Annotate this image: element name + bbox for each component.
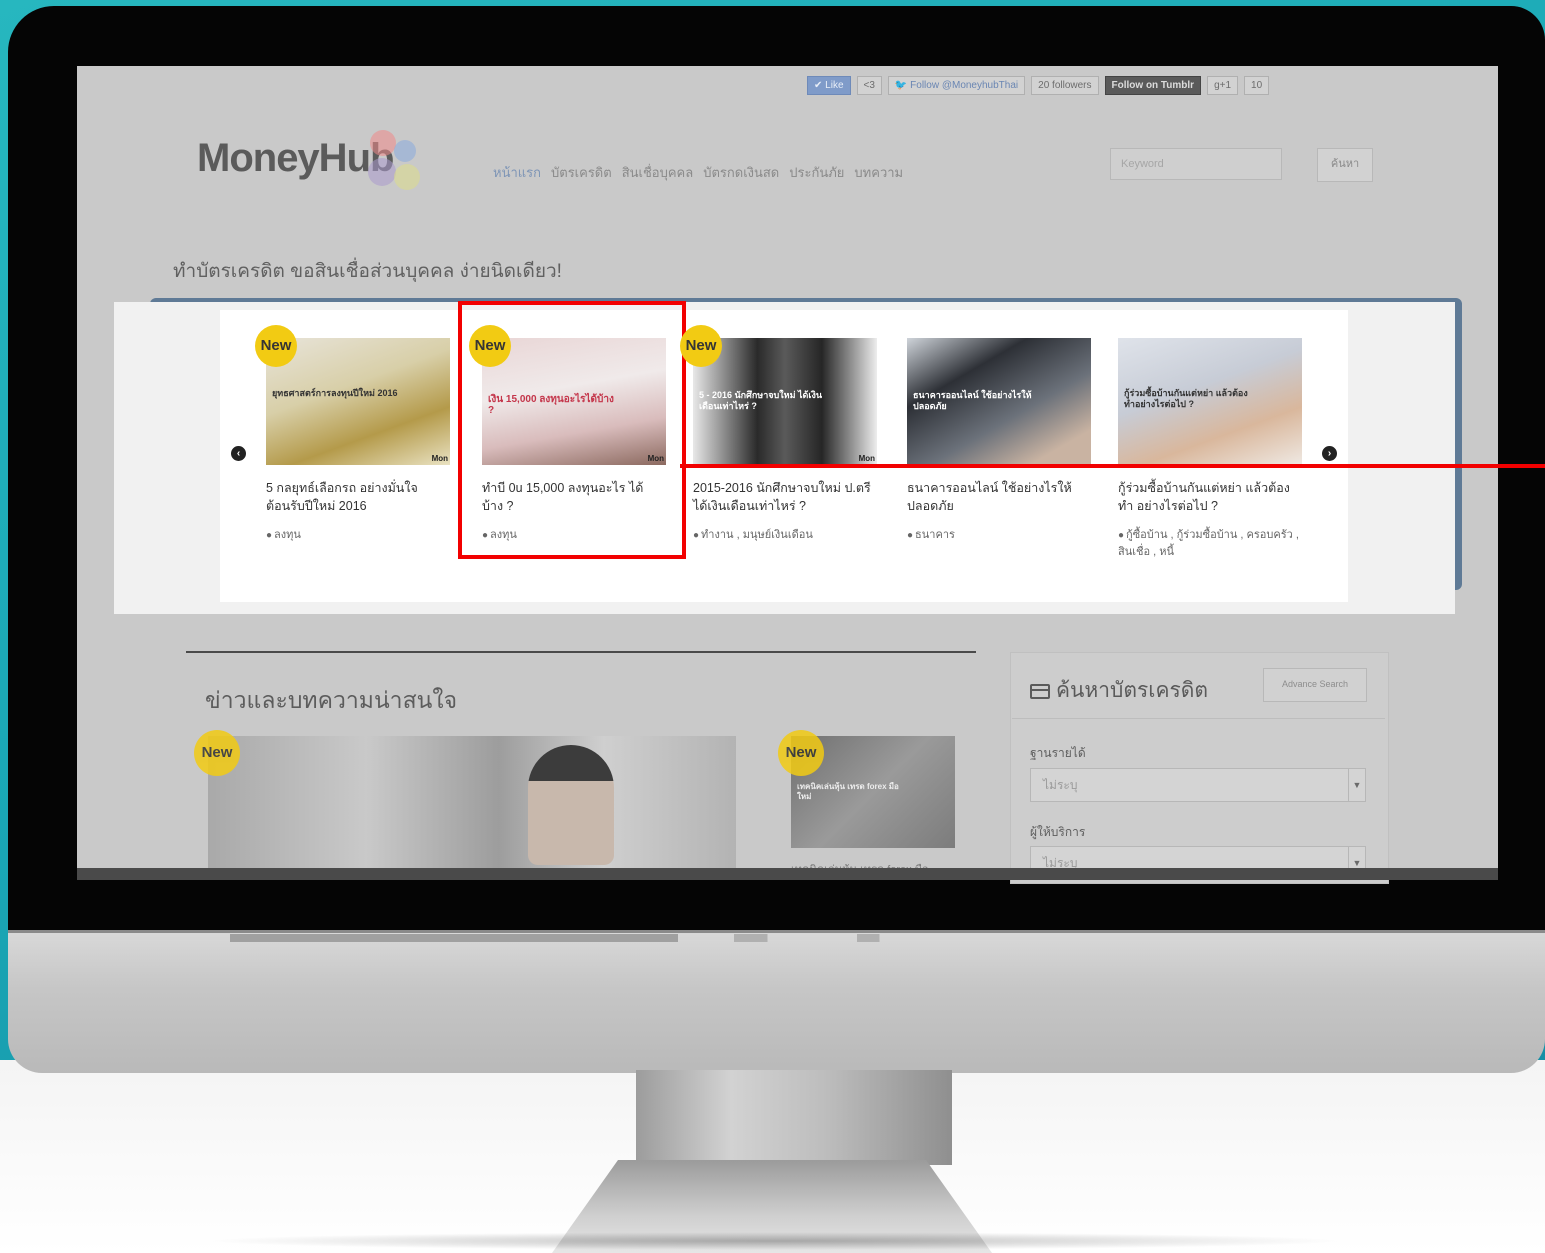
slider-prev-icon[interactable]: ‹ [231, 446, 246, 461]
article-tags: ● ลงทุน [266, 527, 456, 544]
new-badge: New [778, 730, 824, 776]
social-bar: ✔ Like <3 🐦 Follow @MoneyhubThai 20 foll… [807, 76, 1270, 95]
article-tags-text[interactable]: กู้ซื้อบ้าน , กู้ร่วมซื้อบ้าน , ครอบครัว… [1118, 529, 1299, 558]
gplus-count: 10 [1244, 76, 1270, 95]
article-tags: ● กู้ซื้อบ้าน , กู้ร่วมซื้อบ้าน , ครอบครั… [1118, 527, 1308, 560]
article-card[interactable]: 5 - 2016 นักศึกษาจบใหม่ ได้เงินเดือนเท่า… [693, 338, 883, 544]
article-image[interactable]: กู้ร่วมซื้อบ้านกันแต่หย่า แล้วต้องทำอย่า… [1118, 338, 1302, 465]
article-card[interactable]: ธนาคารออนไลน์ ใช้อย่างไรให้ปลอดภัย ธนาคา… [907, 338, 1097, 544]
provider-label: ผู้ให้บริการ [1030, 825, 1086, 839]
featured-news-image[interactable] [208, 736, 736, 868]
nav-credit-card[interactable]: บัตรเครดิต [551, 162, 612, 183]
slider-next-icon[interactable]: › [1322, 446, 1337, 461]
article-tags-text[interactable]: ลงทุน [274, 529, 301, 541]
chevron-down-icon: ▼ [1348, 769, 1365, 801]
tag-icon: ● [693, 530, 700, 541]
tag-icon: ● [907, 530, 914, 541]
new-badge: New [680, 325, 722, 367]
article-title[interactable]: 2015-2016 นักศึกษาจบใหม่ ป.ตรี ได้เงินเด… [693, 479, 875, 515]
new-badge: New [469, 325, 511, 367]
nav-articles[interactable]: บทความ [854, 162, 903, 183]
credit-card-icon [1030, 684, 1050, 699]
twitter-follow-label: Follow @MoneyhubThai [910, 80, 1019, 91]
nav-insurance[interactable]: ประกันภัย [789, 162, 844, 183]
credit-card-search-heading: ค้นหาบัตรเครดิต [1030, 674, 1208, 707]
article-image[interactable]: ธนาคารออนไลน์ ใช้อย่างไรให้ปลอดภัย [907, 338, 1091, 465]
news-heading: ข่าวและบทความน่าสนใจ [205, 687, 458, 713]
tag-icon: ● [1118, 530, 1125, 541]
nav-personal-loan[interactable]: สินเชื่อบุคคล [622, 162, 694, 183]
article-image-caption: 5 - 2016 นักศึกษาจบใหม่ ได้เงินเดือนเท่า… [699, 390, 823, 411]
twitter-followers-count: 20 followers [1031, 76, 1099, 95]
article-title[interactable]: 5 กลยุทธ์เลือกรถ อย่างมั่นใจ ต้อนรับปีให… [266, 479, 448, 515]
tag-icon: ● [266, 530, 273, 541]
twitter-icon: 🐦 [894, 80, 908, 91]
reflection-blur [230, 934, 1350, 942]
gplus-button[interactable]: g+1 [1207, 76, 1239, 95]
logo-dots-icon [360, 126, 430, 206]
income-select[interactable]: ไม่ระบุ ▼ [1030, 768, 1366, 802]
tumblr-follow-button[interactable]: Follow on Tumblr [1104, 76, 1202, 95]
article-tags: ● ทำงาน , มนุษย์เงินเดือน [693, 527, 883, 544]
tagline: ทำบัตรเครดิต ขอสินเชื่อส่วนบุคคล ง่ายนิด… [173, 261, 562, 282]
article-image-caption: กู้ร่วมซื้อบ้านกันแต่หย่า แล้วต้องทำอย่า… [1124, 388, 1248, 409]
article-tags: ● ธนาคาร [907, 527, 1097, 544]
article-image-tag: Mon [858, 454, 875, 463]
article-image-caption: ธนาคารออนไลน์ ใช้อย่างไรให้ปลอดภัย [913, 390, 1032, 411]
new-badge: New [255, 325, 297, 367]
income-label: ฐานรายได้ [1030, 746, 1086, 760]
keyword-search-input[interactable]: Keyword [1110, 148, 1282, 180]
credit-card-search-title: ค้นหาบัตรเครดิต [1056, 679, 1209, 702]
like-count: <3 [856, 76, 882, 95]
article-title[interactable]: ธนาคารออนไลน์ ใช้อย่างไรให้ ปลอดภัย [907, 479, 1089, 515]
monitor-neck [636, 1070, 952, 1165]
new-badge: New [194, 730, 240, 776]
panel-divider [1012, 718, 1385, 719]
highlight-pointer-line [680, 464, 1545, 468]
stand-shadow [200, 1232, 1350, 1250]
article-tags-text[interactable]: ธนาคาร [915, 529, 955, 541]
main-nav: หน้าแรก บัตรเครดิต สินเชื่อบุคคล บัตรกดเ… [493, 162, 903, 183]
facebook-like-button[interactable]: ✔ Like [807, 76, 851, 95]
search-button[interactable]: ค้นหา [1317, 148, 1373, 182]
article-image-caption: ยุทธศาสตร์การลงทุนปีใหม่ 2016 [272, 388, 398, 398]
advance-search-button[interactable]: Advance Search [1263, 668, 1367, 702]
article-tags-text[interactable]: ทำงาน , มนุษย์เงินเดือน [701, 529, 813, 541]
article-card[interactable]: ยุทธศาสตร์การลงทุนปีใหม่ 2016 Mon 5 กลยุ… [266, 338, 456, 544]
article-title[interactable]: กู้ร่วมซื้อบ้านกันแต่หย่า แล้วต้องทำ อย่… [1118, 479, 1300, 515]
featured-news-person [528, 745, 614, 865]
nav-cash-card[interactable]: บัตรกดเงินสด [703, 162, 779, 183]
screen-bottom-edge [77, 868, 1498, 880]
news-thumbnail-caption: เทคนิคเล่นหุ้น เทรด forex มือใหม่ [797, 782, 899, 801]
article-image[interactable]: 5 - 2016 นักศึกษาจบใหม่ ได้เงินเดือนเท่า… [693, 338, 877, 465]
monitor-chin [8, 930, 1545, 1073]
twitter-follow-button[interactable]: 🐦 Follow @MoneyhubThai [887, 76, 1026, 95]
section-divider [186, 651, 976, 653]
nav-home[interactable]: หน้าแรก [493, 162, 541, 183]
income-select-value: ไม่ระบุ [1043, 778, 1078, 792]
article-image-tag: Mon [431, 454, 448, 463]
article-card[interactable]: กู้ร่วมซื้อบ้านกันแต่หย่า แล้วต้องทำอย่า… [1118, 338, 1308, 560]
